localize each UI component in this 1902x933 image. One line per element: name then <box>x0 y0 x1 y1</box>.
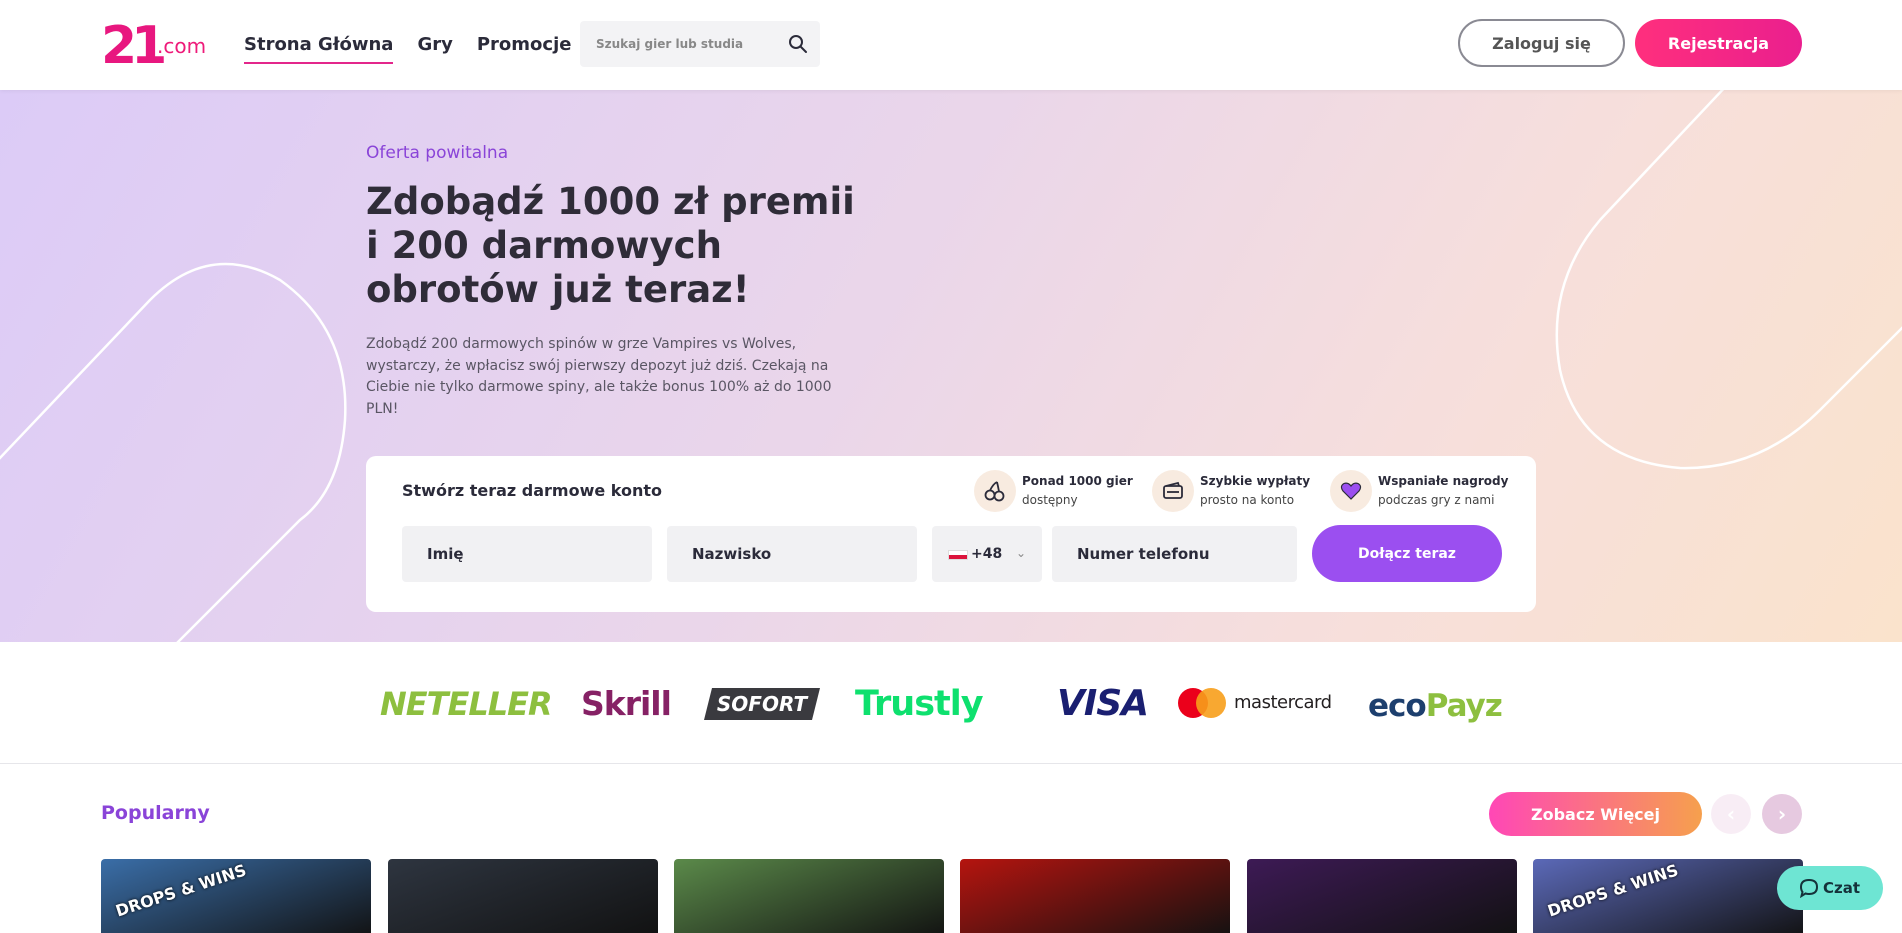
chat-bubble-icon <box>1799 878 1819 898</box>
join-now-button[interactable]: Dołącz teraz <box>1312 525 1502 582</box>
feature-payouts: Szybkie wypłaty prosto na konto <box>1152 470 1312 512</box>
hero-title: Zdobądź 1000 zł premii i 200 darmowych o… <box>366 180 855 311</box>
chat-button[interactable]: Czat <box>1777 866 1883 910</box>
logo-suffix: .com <box>157 34 207 58</box>
chevron-down-icon: ⌄ <box>1016 546 1027 560</box>
country-code-value: +48 <box>971 546 1003 562</box>
popular-section-title: Popularny <box>101 802 210 824</box>
heart-icon <box>1330 470 1372 512</box>
site-logo[interactable]: 21 .com <box>101 20 206 72</box>
first-name-field[interactable] <box>402 526 652 582</box>
ecopayz-logo: ecoPayz <box>1368 686 1503 726</box>
game-tile[interactable] <box>388 859 658 933</box>
site-header: 21 .com Strona Główna Gry Promocje Zalog… <box>0 0 1902 90</box>
search-icon[interactable] <box>788 34 808 54</box>
sofort-logo-text: SOFORT <box>716 692 808 716</box>
feature-games-subtitle: dostępny <box>1022 493 1078 507</box>
phone-field[interactable] <box>1052 526 1297 582</box>
offer-eyebrow: Oferta powitalna <box>366 143 509 163</box>
chevron-left-icon[interactable]: ‹ <box>1711 794 1751 834</box>
country-code-select[interactable]: +48 ⌄ <box>932 526 1042 582</box>
main-nav: Strona Główna Gry Promocje <box>244 33 572 64</box>
game-tile[interactable] <box>960 859 1230 933</box>
feature-rewards-subtitle: podczas gry z nami <box>1378 493 1495 507</box>
feature-games-title: Ponad 1000 gier <box>1022 474 1133 488</box>
chat-label: Czat <box>1823 879 1861 897</box>
hero-banner: Oferta powitalna Zdobądź 1000 zł premii … <box>0 90 1902 642</box>
feature-rewards: Wspaniałe nagrody podczas gry z nami <box>1330 470 1510 512</box>
game-tile[interactable] <box>674 859 944 933</box>
popular-games-carousel: DROPS & WINS DROPS & WINS <box>101 859 1803 933</box>
search-box <box>580 21 820 67</box>
game-tile[interactable]: DROPS & WINS <box>1533 859 1803 933</box>
payment-methods-strip: NETELLER Skrill SOFORT Trustly VISA mast… <box>0 642 1902 764</box>
poland-flag-icon <box>948 550 968 560</box>
drops-wins-badge: DROPS & WINS <box>113 860 249 921</box>
game-tile[interactable] <box>1247 859 1517 933</box>
sofort-logo: SOFORT <box>704 688 820 720</box>
feature-rewards-title: Wspaniałe nagrody <box>1378 474 1509 488</box>
neteller-logo: NETELLER <box>380 685 553 723</box>
last-name-field[interactable] <box>667 526 917 582</box>
nav-item-games[interactable]: Gry <box>417 33 452 61</box>
drops-wins-badge: DROPS & WINS <box>1545 860 1681 921</box>
skrill-logo: Skrill <box>581 684 672 723</box>
ecopayz-logo-part2: Payz <box>1425 688 1503 724</box>
game-tile[interactable]: DROPS & WINS <box>101 859 371 933</box>
ecopayz-logo-part1: eco <box>1368 688 1427 724</box>
feature-payouts-title: Szybkie wypłaty <box>1200 474 1311 488</box>
nav-item-home[interactable]: Strona Główna <box>244 33 394 64</box>
hero-description: Zdobądź 200 darmowych spinów w grze Vamp… <box>366 336 832 417</box>
wallet-icon <box>1152 470 1194 512</box>
register-button[interactable]: Rejestracja <box>1635 19 1802 67</box>
signup-card: Stwórz teraz darmowe konto Ponad 1000 gi… <box>366 456 1536 612</box>
trustly-logo: Trustly <box>855 684 984 724</box>
signup-title: Stwórz teraz darmowe konto <box>402 481 663 500</box>
cherries-icon <box>974 470 1016 512</box>
see-more-button[interactable]: Zobacz Więcej <box>1489 792 1702 836</box>
login-button[interactable]: Zaloguj się <box>1458 19 1625 67</box>
mastercard-circle-yellow <box>1196 688 1226 718</box>
nav-item-promotions[interactable]: Promocje <box>477 33 572 61</box>
feature-games: Ponad 1000 gier dostępny <box>974 470 1134 512</box>
search-input[interactable] <box>596 33 776 55</box>
logo-mark: 21 <box>101 16 167 76</box>
visa-logo: VISA <box>1057 683 1149 724</box>
chevron-right-icon[interactable]: › <box>1762 794 1802 834</box>
mastercard-logo-text: mastercard <box>1234 692 1332 713</box>
feature-payouts-subtitle: prosto na konto <box>1200 493 1295 507</box>
